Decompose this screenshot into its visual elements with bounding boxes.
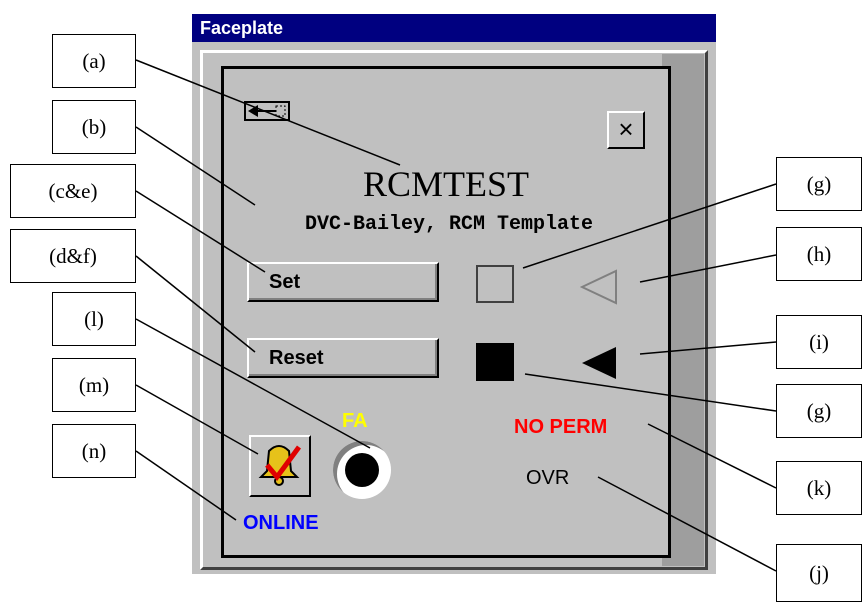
callout-k: (k) (776, 461, 862, 515)
callout-l: (l) (52, 292, 136, 346)
callout-i: (i) (776, 315, 862, 369)
callout-g-bottom: (g) (776, 384, 862, 438)
callout-j: (j) (776, 544, 862, 602)
callout-h: (h) (776, 227, 862, 281)
callout-g-top: (g) (776, 157, 862, 211)
callout-n: (n) (52, 424, 136, 478)
callout-b: (b) (52, 100, 136, 154)
callout-m: (m) (52, 358, 136, 412)
callout-a: (a) (52, 34, 136, 88)
callout-df: (d&f) (10, 229, 136, 283)
callout-ce: (c&e) (10, 164, 136, 218)
